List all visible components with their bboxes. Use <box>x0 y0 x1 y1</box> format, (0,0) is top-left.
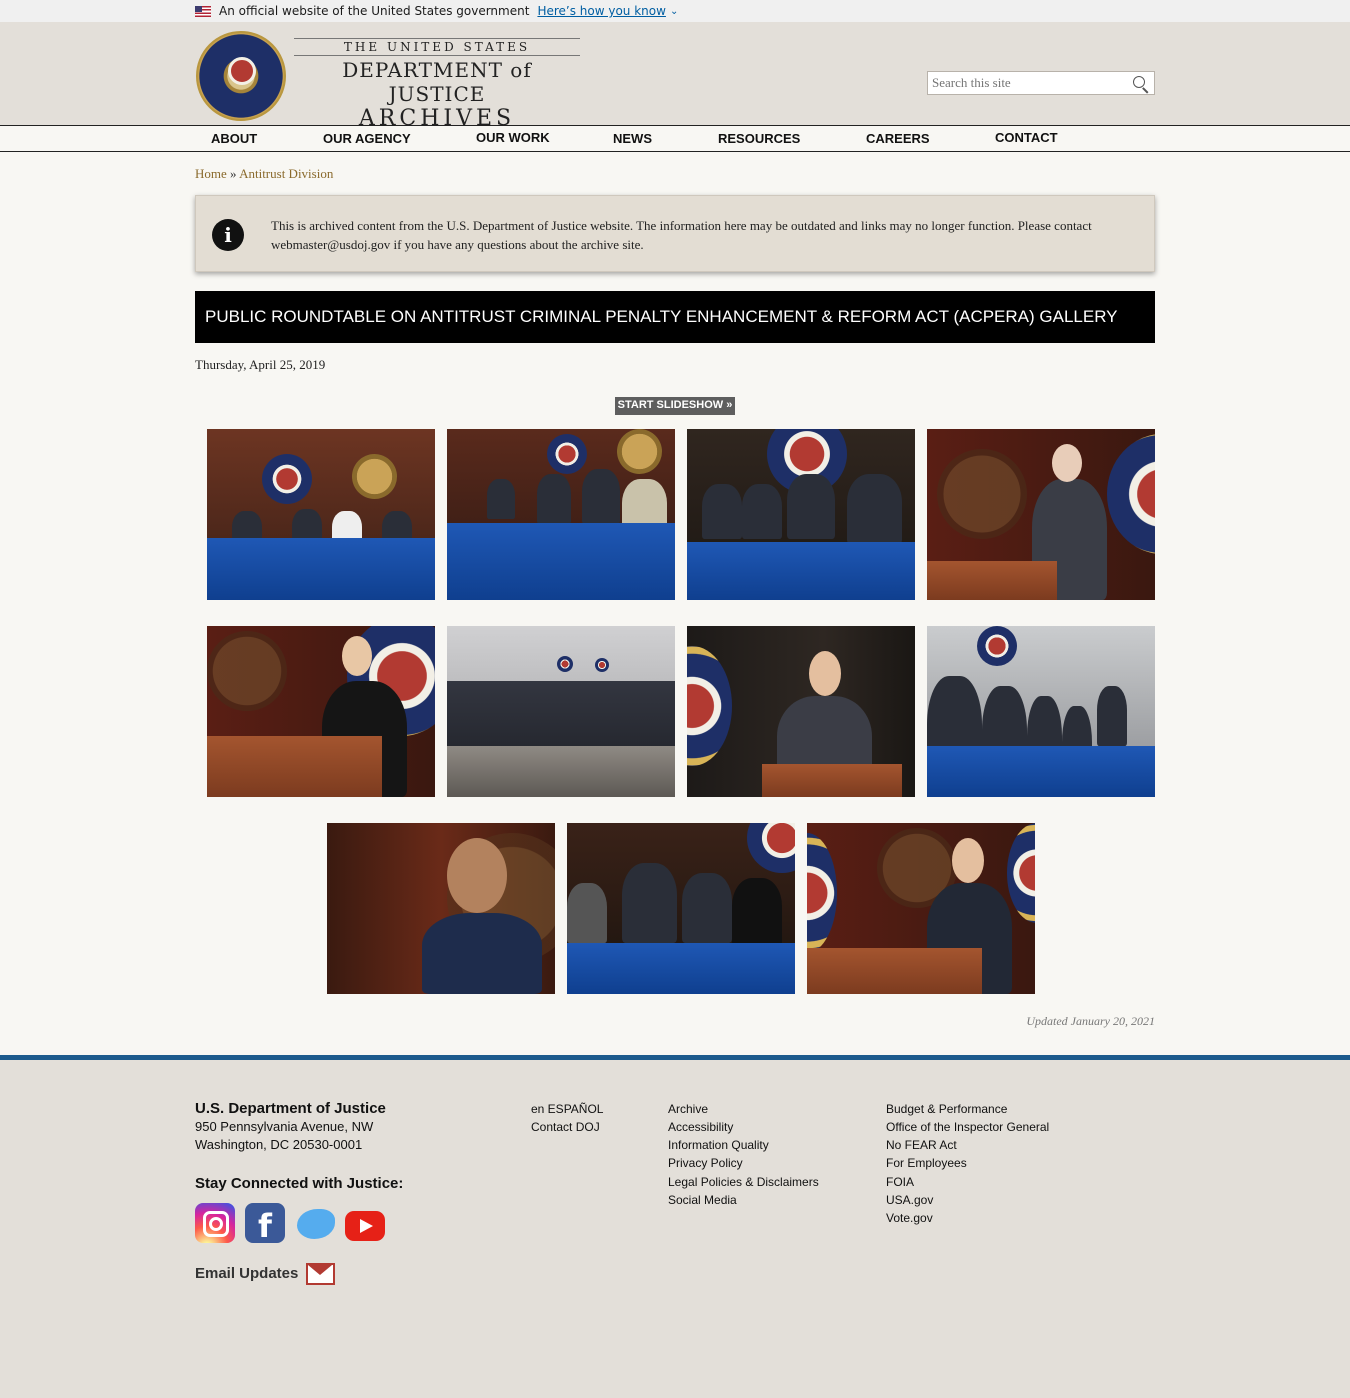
gallery-photo[interactable] <box>687 429 915 600</box>
gallery-photo[interactable] <box>207 429 435 600</box>
nav-news[interactable]: NEWS <box>613 131 652 146</box>
us-flag-icon <box>195 5 211 17</box>
archive-notice: i This is archived content from the U.S.… <box>195 195 1155 272</box>
footer-link-social-media[interactable]: Social Media <box>668 1193 737 1207</box>
footer-link-privacy-policy[interactable]: Privacy Policy <box>668 1156 743 1170</box>
search-icon[interactable] <box>1132 75 1150 94</box>
site-header: THE UNITED STATES DEPARTMENT of JUSTICE … <box>0 22 1350 131</box>
footer-address-line1: 950 Pennsylvania Avenue, NW <box>195 1119 374 1134</box>
nav-contact[interactable]: CONTACT <box>995 130 1058 145</box>
breadcrumb-home[interactable]: Home <box>195 166 227 181</box>
footer-link-espanol[interactable]: en ESPAÑOL <box>531 1102 603 1116</box>
heres-how-you-know-link[interactable]: Here’s how you know <box>537 4 666 18</box>
gallery-photo[interactable] <box>327 823 555 994</box>
gallery-photo[interactable] <box>687 626 915 797</box>
wordmark-line1: THE UNITED STATES <box>294 38 580 56</box>
footer-link-budget[interactable]: Budget & Performance <box>886 1102 1007 1116</box>
footer-link-foia[interactable]: FOIA <box>886 1175 914 1189</box>
wordmark-line2: DEPARTMENT of JUSTICE <box>342 58 532 106</box>
start-slideshow-button[interactable]: START SLIDESHOW » <box>615 397 735 415</box>
breadcrumb-antitrust[interactable]: Antitrust Division <box>239 166 333 181</box>
footer-link-accessibility[interactable]: Accessibility <box>668 1120 733 1134</box>
stay-connected-heading: Stay Connected with Justice: <box>195 1175 404 1192</box>
email-updates-link[interactable]: Email Updates <box>195 1265 298 1282</box>
gallery-photo[interactable] <box>447 626 675 797</box>
doj-seal-logo[interactable] <box>196 31 286 121</box>
site-footer: U.S. Department of Justice 950 Pennsylva… <box>0 1055 1350 1398</box>
gallery-photo[interactable] <box>207 626 435 797</box>
envelope-icon[interactable] <box>306 1263 335 1285</box>
footer-link-legal-policies[interactable]: Legal Policies & Disclaimers <box>668 1175 819 1189</box>
footer-link-information-quality[interactable]: Information Quality <box>668 1138 769 1152</box>
footer-link-contact-doj[interactable]: Contact DOJ <box>531 1120 600 1134</box>
footer-link-no-fear-act[interactable]: No FEAR Act <box>886 1138 957 1152</box>
breadcrumb: Home » Antitrust Division <box>195 166 333 182</box>
gov-banner-text: An official website of the United States… <box>219 4 530 18</box>
info-icon: i <box>212 219 244 251</box>
nav-about[interactable]: ABOUT <box>211 131 257 146</box>
footer-link-for-employees[interactable]: For Employees <box>886 1156 967 1170</box>
footer-link-usa-gov[interactable]: USA.gov <box>886 1193 933 1207</box>
gallery-photo[interactable] <box>807 823 1035 994</box>
search-input[interactable] <box>928 72 1128 94</box>
gallery-photo[interactable] <box>447 429 675 600</box>
instagram-icon[interactable] <box>195 1203 235 1243</box>
nav-our-agency[interactable]: OUR AGENCY <box>323 131 411 146</box>
chevron-down-icon[interactable]: ⌄ <box>670 6 678 17</box>
gallery-photo[interactable] <box>567 823 795 994</box>
footer-org-name: U.S. Department of Justice <box>195 1100 386 1117</box>
gov-banner: An official website of the United States… <box>0 0 1350 22</box>
twitter-icon[interactable] <box>295 1203 335 1243</box>
updated-date: Updated January 20, 2021 <box>1026 1014 1155 1028</box>
footer-link-inspector-general[interactable]: Office of the Inspector General <box>886 1120 1049 1134</box>
facebook-icon[interactable]: f <box>245 1203 285 1245</box>
search-box <box>927 71 1155 95</box>
gallery-photo[interactable] <box>927 626 1155 797</box>
page-title: PUBLIC ROUNDTABLE ON ANTITRUST CRIMINAL … <box>195 291 1155 343</box>
site-wordmark[interactable]: THE UNITED STATES DEPARTMENT of JUSTICE … <box>294 38 580 131</box>
nav-our-work[interactable]: OUR WORK <box>476 130 550 145</box>
footer-link-archive[interactable]: Archive <box>668 1102 708 1116</box>
footer-address-line2: Washington, DC 20530-0001 <box>195 1137 363 1152</box>
youtube-icon[interactable] <box>345 1211 385 1241</box>
nav-careers[interactable]: CAREERS <box>866 131 930 146</box>
publish-date: Thursday, April 25, 2019 <box>195 357 326 372</box>
gallery-photo[interactable] <box>927 429 1155 600</box>
footer-link-vote-gov[interactable]: Vote.gov <box>886 1211 933 1225</box>
archive-notice-text: This is archived content from the U.S. D… <box>271 218 1092 252</box>
breadcrumb-separator: » <box>230 166 237 181</box>
nav-resources[interactable]: RESOURCES <box>718 131 800 146</box>
main-nav: ABOUT OUR AGENCY OUR WORK NEWS RESOURCES… <box>0 125 1350 152</box>
